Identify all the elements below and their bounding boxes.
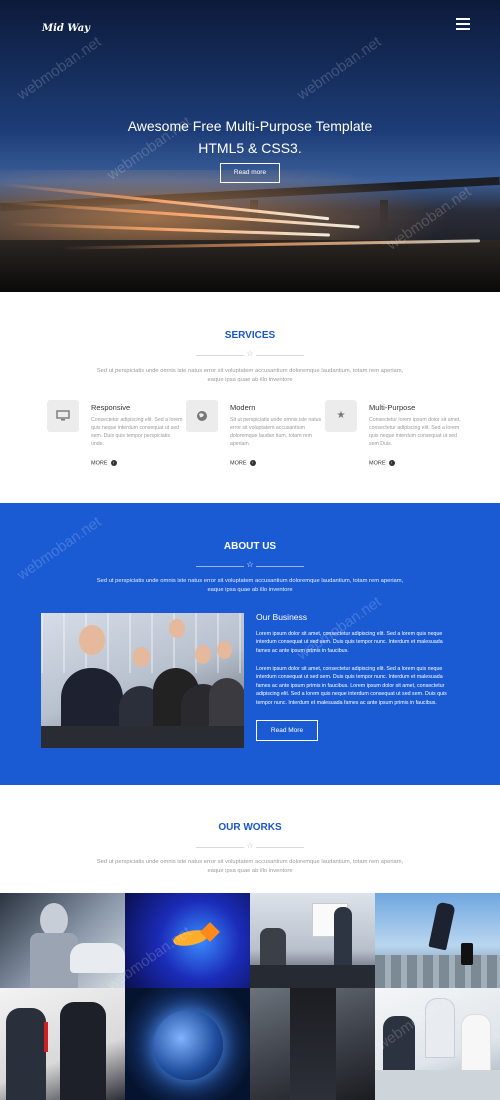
star-icon: ★ [325, 400, 357, 432]
more-label: MORE [369, 460, 386, 467]
business-heading: Our Business [256, 612, 308, 622]
star-icon: ☆ [246, 841, 254, 850]
feature-name: Multi-Purpose [369, 403, 416, 412]
arrow-right-icon: › [110, 460, 117, 466]
services-divider: ☆ [196, 349, 304, 359]
feature-more-link[interactable]: MORE › [230, 460, 256, 466]
star-icon: ☆ [246, 349, 254, 358]
works-divider: ☆ [196, 841, 304, 851]
hero-title-line2: HTML5 & CSS3. [198, 140, 302, 156]
about-read-more-button[interactable]: Read More [256, 720, 318, 741]
hero-title-line1: Awesome Free Multi-Purpose Template [127, 118, 373, 134]
portfolio-item-businessman-suitcase[interactable] [375, 893, 500, 988]
hero-title: Awesome Free Multi-Purpose Template HTML… [0, 115, 500, 159]
arrow-right-icon: › [388, 460, 395, 466]
arrow-right-icon: › [249, 460, 256, 466]
feature-modern: Modern Sit ut perspiciatis unde omnis is… [186, 400, 326, 470]
works-description: Sed ut perspiciatis unde omnis iste natu… [96, 859, 404, 874]
portfolio-item-suit[interactable] [250, 988, 375, 1100]
services-description: Sed ut perspiciatis unde omnis iste natu… [96, 368, 404, 383]
portfolio-item-goldfish[interactable] [125, 893, 250, 988]
monitor-icon [47, 400, 79, 432]
feature-more-link[interactable]: MORE › [91, 460, 117, 466]
feature-responsive: Responsive Consectetur adipiscing elit. … [47, 400, 187, 470]
feature-more-link[interactable]: MORE › [369, 460, 395, 466]
business-paragraph-2: Lorem ipsum dolor sit amet, consectetur … [256, 666, 447, 706]
feature-multi-purpose: ★ Multi-Purpose Consectetur lorem ipsum … [325, 400, 465, 470]
globe-icon [186, 400, 218, 432]
about-title: ABOUT US [223, 541, 277, 552]
portfolio-item-robot-car[interactable] [0, 893, 125, 988]
hamburger-menu-icon[interactable] [456, 18, 470, 30]
star-icon: ☆ [246, 560, 254, 569]
feature-text: Consectetur lorem ipsum dolor sit amet, … [369, 417, 461, 447]
feature-text: Consectetur adipiscing elit. Sed a lorem… [91, 417, 183, 447]
business-team-photo [41, 613, 244, 748]
feature-name: Modern [230, 403, 256, 412]
portfolio-item-office[interactable] [375, 988, 500, 1100]
site-logo[interactable]: Mid Way [42, 23, 90, 34]
business-paragraph-1: Lorem ipsum dolor sit amet, consectetur … [256, 631, 443, 654]
about-divider: ☆ [196, 560, 304, 570]
more-label: MORE [230, 460, 247, 467]
portfolio-grid [0, 893, 500, 1100]
portfolio-item-handshake[interactable] [0, 988, 125, 1100]
hero-banner: Mid Way Awesome Free Multi-Purpose Templ… [0, 0, 500, 292]
feature-text: Sit ut perspiciatis unde omnis iste natu… [230, 417, 322, 447]
services-title: SERVICES [224, 330, 276, 341]
portfolio-item-globe[interactable] [125, 988, 250, 1100]
more-label: MORE [91, 460, 108, 467]
feature-name: Responsive [91, 403, 131, 412]
portfolio-item-meeting[interactable] [250, 893, 375, 988]
hero-read-more-button[interactable]: Read more [220, 163, 280, 183]
works-title: OUR WORKS [218, 822, 282, 833]
about-description: Sed ut perspiciatis unde omnis iste natu… [96, 578, 404, 593]
